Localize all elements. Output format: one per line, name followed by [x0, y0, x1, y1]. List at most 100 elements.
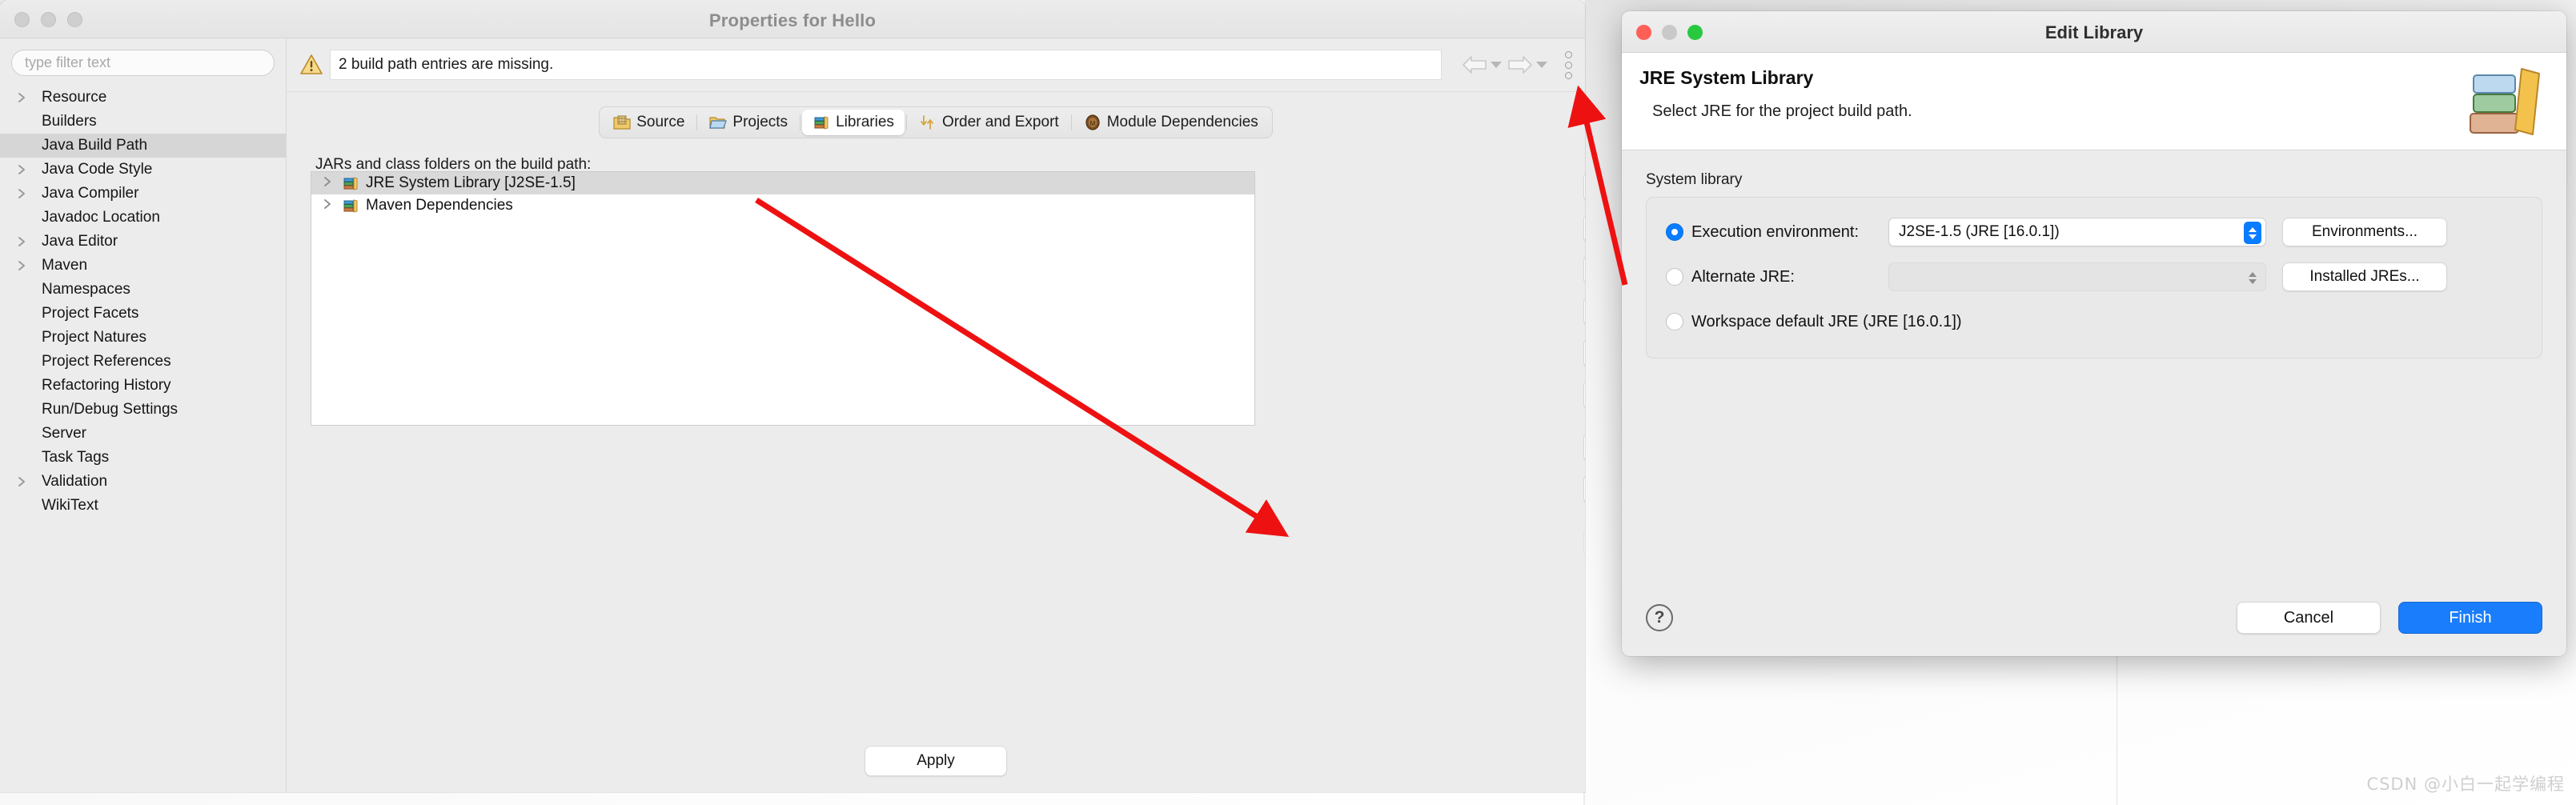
properties-window-title: Properties for Hello: [708, 10, 877, 30]
option-label: Execution environment:: [1691, 222, 1860, 241]
libraries-books-icon: [814, 116, 829, 130]
add-external-class-folder-button[interactable]: Add External Class Folder...: [1583, 379, 1585, 410]
add-jars-button[interactable]: Add JARs...: [1583, 171, 1585, 202]
back-arrow-icon: [1463, 56, 1487, 74]
back-button[interactable]: [1461, 54, 1502, 75]
sidebar-item-run-debug-settings[interactable]: Run/Debug Settings: [0, 398, 286, 422]
sidebar-item-server[interactable]: Server: [0, 422, 286, 446]
sidebar-item-label: Java Build Path: [42, 137, 148, 154]
properties-titlebar[interactable]: Properties for Hello: [0, 0, 1585, 38]
sidebar-item-project-facets[interactable]: Project Facets: [0, 302, 286, 326]
libraries-tree[interactable]: JRE System Library [J2SE-1.5] Maven Depe…: [311, 171, 1255, 426]
chevron-right-icon[interactable]: [16, 92, 27, 103]
sidebar-item-label: Task Tags: [42, 449, 110, 466]
chevron-right-icon[interactable]: [16, 188, 27, 199]
sidebar-item-java-code-style[interactable]: Java Code Style: [0, 158, 286, 182]
add-external-jars-button[interactable]: Add External JARs...: [1583, 213, 1585, 243]
cancel-button[interactable]: Cancel: [2237, 602, 2381, 634]
stepper-icon: [2244, 266, 2261, 289]
execution-environment-select[interactable]: J2SE-1.5 (JRE [16.0.1]): [1888, 218, 2266, 246]
chevron-right-icon[interactable]: [323, 197, 332, 214]
sidebar-item-label: Maven: [42, 257, 88, 274]
order-export-arrows-icon: [921, 115, 933, 130]
alternate-jre-select: [1888, 262, 2266, 291]
tab-label: Module Dependencies: [1106, 114, 1258, 130]
sidebar-item-javadoc-location[interactable]: Javadoc Location: [0, 206, 286, 230]
sidebar-item-label: Namespaces: [42, 281, 130, 298]
sidebar-item-namespaces[interactable]: Namespaces: [0, 278, 286, 302]
system-library-group-title: System library: [1646, 171, 1743, 188]
chevron-right-icon[interactable]: [16, 260, 27, 271]
option-workspace-default-jre[interactable]: Workspace default JRE (JRE [16.0.1]): [1666, 305, 2522, 338]
add-variable-button[interactable]: Add Variable...: [1583, 254, 1585, 285]
view-menu-icon[interactable]: [1565, 50, 1572, 79]
tree-row-label: Maven Dependencies: [366, 197, 513, 214]
stepper-icon[interactable]: [2244, 222, 2261, 244]
sidebar-item-label: Java Code Style: [42, 161, 153, 178]
watermark: CSDN @小白一起学编程: [2366, 775, 2565, 794]
chevron-right-icon[interactable]: [16, 236, 27, 247]
apply-button[interactable]: Apply: [865, 746, 1007, 776]
chevron-right-icon[interactable]: [16, 476, 27, 487]
tab-projects[interactable]: Projects: [699, 110, 798, 135]
sidebar-item-validation[interactable]: Validation: [0, 470, 286, 494]
add-class-folder-button[interactable]: Add Class Folder...: [1583, 338, 1585, 368]
forward-button[interactable]: [1507, 54, 1547, 75]
warning-icon: [299, 53, 323, 77]
radio-alternate-jre[interactable]: [1666, 268, 1683, 286]
tab-divider: [905, 114, 907, 130]
sidebar-item-java-compiler[interactable]: Java Compiler: [0, 182, 286, 206]
sidebar-item-label: Java Compiler: [42, 185, 139, 202]
source-folder-icon: [613, 115, 631, 130]
chevron-right-icon[interactable]: [16, 164, 27, 175]
help-icon[interactable]: ?: [1646, 604, 1673, 631]
tab-order-and-export[interactable]: Order and Export: [909, 110, 1069, 135]
radio-execution-environment[interactable]: [1666, 223, 1683, 241]
option-alternate-jre[interactable]: Alternate JRE: Installed JREs...: [1666, 260, 2522, 294]
books-stack-icon: [2462, 61, 2550, 142]
add-library-button[interactable]: Add Library...: [1583, 296, 1585, 326]
tab-libraries[interactable]: Libraries: [802, 110, 905, 135]
table-row[interactable]: JRE System Library [J2SE-1.5]: [311, 172, 1254, 194]
projects-folder-icon: [709, 117, 728, 129]
table-row[interactable]: Maven Dependencies: [311, 194, 1254, 217]
tab-module-dependencies[interactable]: M Module Dependencies: [1073, 110, 1269, 135]
edit-library-title: Edit Library: [2044, 22, 2144, 42]
sidebar-item-refactoring-history[interactable]: Refactoring History: [0, 374, 286, 398]
tab-label: Libraries: [836, 114, 894, 130]
sidebar-item-maven[interactable]: Maven: [0, 254, 286, 278]
svg-text:M: M: [1089, 120, 1095, 127]
chevron-down-icon[interactable]: [1536, 62, 1547, 68]
sidebar-item-java-editor[interactable]: Java Editor: [0, 230, 286, 254]
option-execution-environment[interactable]: Execution environment: J2SE-1.5 (JRE [16…: [1666, 215, 2522, 249]
tabbar: Source Projects Libraries Order and Expo…: [599, 106, 1273, 138]
sidebar-item-builders[interactable]: Builders: [0, 110, 286, 134]
finish-button[interactable]: Finish: [2398, 602, 2542, 634]
message-row: 2 build path entries are missing.: [287, 38, 1585, 80]
sidebar-item-java-build-path[interactable]: Java Build Path: [0, 134, 286, 158]
option-label: Alternate JRE:: [1691, 267, 1795, 286]
tab-label: Projects: [732, 114, 788, 130]
properties-sidebar: Resource Builders Java Build Path Java C…: [0, 38, 287, 792]
filter-wrap: [0, 50, 286, 84]
edit-library-content: System library Execution environment: J2…: [1622, 150, 2566, 358]
library-books-icon: [342, 197, 359, 214]
tab-label: Source: [636, 114, 685, 130]
environments-button[interactable]: Environments...: [2282, 218, 2447, 246]
chevron-right-icon[interactable]: [323, 174, 332, 192]
sidebar-item-project-references[interactable]: Project References: [0, 350, 286, 374]
chevron-down-icon[interactable]: [1491, 62, 1502, 68]
remove-button[interactable]: Remove: [1583, 474, 1585, 504]
sidebar-item-resource[interactable]: Resource: [0, 86, 286, 110]
sidebar-item-task-tags[interactable]: Task Tags: [0, 446, 286, 470]
sidebar-item-label: Run/Debug Settings: [42, 401, 179, 418]
edit-library-titlebar[interactable]: Edit Library: [1622, 11, 2566, 53]
installed-jres-button[interactable]: Installed JREs...: [2282, 262, 2447, 291]
sidebar-item-project-natures[interactable]: Project Natures: [0, 326, 286, 350]
filter-input[interactable]: [11, 50, 275, 76]
tab-source[interactable]: Source: [603, 110, 695, 135]
sidebar-item-label: Javadoc Location: [42, 209, 160, 226]
sidebar-item-wikitext[interactable]: WikiText: [0, 494, 286, 518]
radio-workspace-default-jre[interactable]: [1666, 313, 1683, 330]
edit-button[interactable]: Edit...: [1583, 432, 1585, 463]
